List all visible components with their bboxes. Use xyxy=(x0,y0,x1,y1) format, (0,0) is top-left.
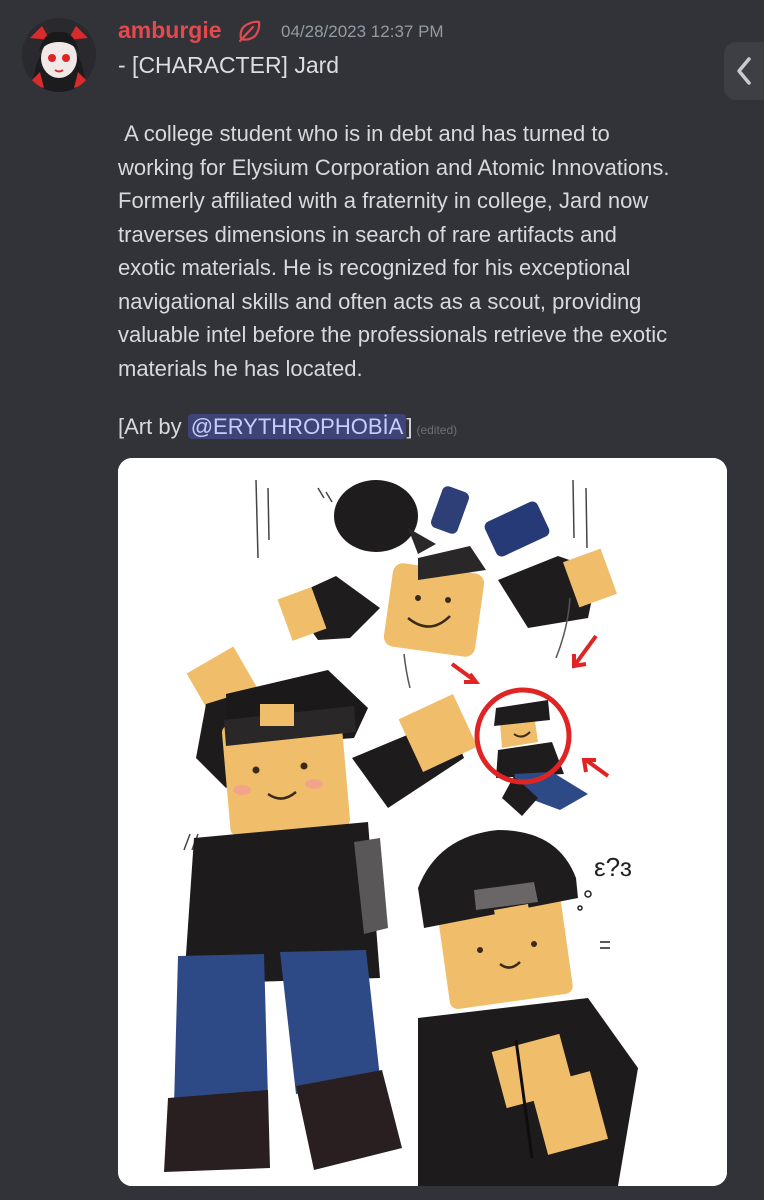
member-list-toggle[interactable] xyxy=(724,42,764,100)
avatar[interactable] xyxy=(22,18,96,92)
character-art: ε?ɜ xyxy=(118,458,727,1186)
message-timestamp: 04/28/2023 12:37 PM xyxy=(281,22,444,41)
edited-label: (edited) xyxy=(416,423,458,437)
art-credit: [Art by @ERYTHROPHOBİA] (edited) xyxy=(118,414,457,440)
credit-prefix: [Art by xyxy=(118,414,188,439)
user-mention[interactable]: @ERYTHROPHOBİA xyxy=(187,414,407,439)
credit-suffix: ] xyxy=(406,414,413,439)
chevron-left-icon xyxy=(737,57,751,85)
username[interactable]: amburgie xyxy=(118,17,222,44)
message-title: - [CHARACTER] Jard xyxy=(118,52,340,78)
leaf-icon xyxy=(238,20,261,43)
image-attachment[interactable]: ε?ɜ xyxy=(118,458,727,1186)
confused-doodle: ε?ɜ xyxy=(594,852,632,882)
message-body: A college student who is in debt and has… xyxy=(118,121,670,381)
avatar-image xyxy=(22,18,96,92)
